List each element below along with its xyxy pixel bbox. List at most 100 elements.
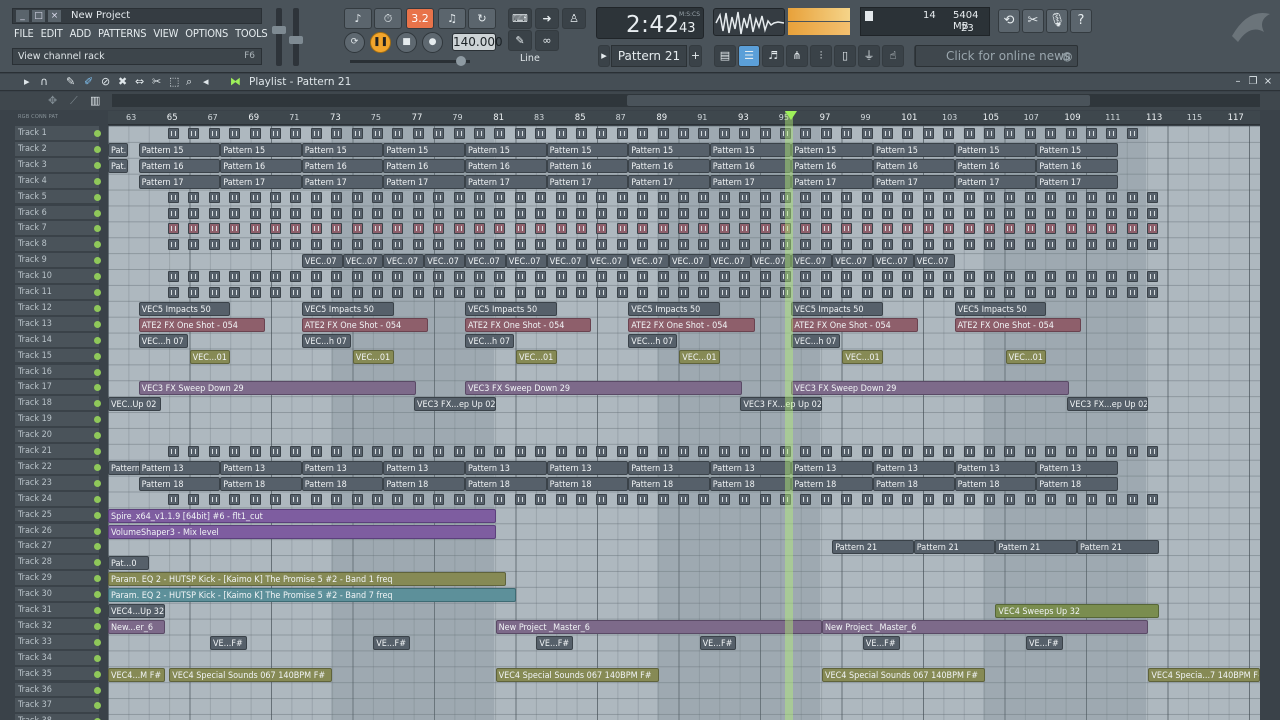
slice-icon[interactable]: ✂ bbox=[152, 75, 161, 88]
track-header[interactable]: Track 11 bbox=[15, 285, 99, 300]
cpu-monitor[interactable]: 14 5404 MB 23 bbox=[860, 7, 990, 36]
track-header[interactable]: Track 10 bbox=[15, 269, 99, 284]
playlist-view-button[interactable]: ▤ bbox=[714, 45, 736, 67]
track-enable-led[interactable] bbox=[94, 607, 101, 614]
pencil-icon[interactable]: ✎ bbox=[66, 75, 75, 88]
time-display[interactable]: 2:42 M:S:CS 43 bbox=[596, 7, 704, 39]
track-enable-led[interactable] bbox=[94, 241, 101, 249]
track-header[interactable]: Track 17 bbox=[15, 380, 99, 396]
song-position-knob[interactable] bbox=[456, 56, 466, 66]
track-enable-led[interactable] bbox=[94, 686, 101, 694]
paint-brush-icon[interactable]: ✐ bbox=[84, 75, 93, 88]
track-header[interactable]: Track 5 bbox=[15, 189, 99, 205]
track-enable-led[interactable] bbox=[94, 622, 101, 630]
menu-item[interactable]: FILE bbox=[14, 27, 34, 43]
track-header[interactable]: Track 1 bbox=[15, 126, 99, 141]
track-header[interactable]: Track 24 bbox=[15, 491, 99, 507]
select-icon[interactable]: ⬚ bbox=[169, 75, 179, 88]
track-header[interactable]: Track 30 bbox=[15, 587, 99, 602]
timeline-ruler[interactable]: 63 65 67 69 71 73 75 77 79 81 83 85 87 89 91 93 95 97 99 10… bbox=[108, 111, 1260, 125]
help-button[interactable]: ? bbox=[1070, 9, 1092, 33]
typing-keyboard-button[interactable]: ⌨ bbox=[508, 8, 532, 29]
track-enable-led[interactable] bbox=[94, 495, 101, 503]
track-header[interactable]: Track 20 bbox=[15, 428, 99, 443]
step-display[interactable]: 3.2 bbox=[406, 8, 434, 29]
close-icon[interactable]: × bbox=[48, 10, 61, 22]
track-header[interactable]: Track 22 bbox=[15, 459, 99, 475]
track-header[interactable]: Track 6 bbox=[15, 205, 99, 221]
plugin-picker-button[interactable]: ⏚ bbox=[858, 45, 880, 67]
track-enable-led[interactable] bbox=[94, 591, 101, 599]
mixer-button[interactable]: ⫶ bbox=[810, 45, 832, 67]
speaker-icon[interactable]: ◂ bbox=[203, 75, 209, 88]
pattern-prev-button[interactable]: ▸ bbox=[598, 45, 610, 67]
tracks-icon[interactable]: ▥ bbox=[90, 94, 100, 107]
volume-knob[interactable] bbox=[272, 26, 286, 34]
audio-settings-button[interactable]: 🎙 bbox=[1046, 9, 1068, 33]
zoom-icon[interactable]: ⌕ bbox=[186, 75, 192, 89]
track-header[interactable]: Track 9 bbox=[15, 253, 99, 269]
track-enable-led[interactable] bbox=[94, 130, 101, 137]
recording-filter-button[interactable]: ♙ bbox=[562, 8, 586, 29]
scrollbar-thumb[interactable] bbox=[627, 95, 1090, 106]
track-header[interactable]: Track 21 bbox=[15, 444, 99, 459]
menu-item[interactable]: EDIT bbox=[41, 27, 63, 43]
track-header[interactable]: Track 29 bbox=[15, 571, 99, 587]
loop-record-button[interactable]: ↻ bbox=[468, 8, 496, 29]
tempo-display[interactable]: 140.000 bbox=[452, 33, 503, 51]
snap-selector[interactable]: Line bbox=[520, 53, 540, 64]
maximize-icon[interactable]: □ bbox=[32, 10, 45, 22]
blend-button[interactable]: ♫ bbox=[438, 8, 466, 29]
track-header[interactable]: Track 14 bbox=[15, 332, 99, 348]
track-enable-led[interactable] bbox=[94, 225, 101, 233]
cut-button[interactable]: ✂ bbox=[1022, 9, 1044, 33]
track-enable-led[interactable] bbox=[94, 320, 101, 328]
slip-icon[interactable]: ⇔ bbox=[135, 75, 144, 88]
track-header[interactable]: Track 27 bbox=[15, 539, 99, 555]
move-icon[interactable]: ✥ bbox=[48, 94, 57, 107]
menu-item[interactable]: ADD bbox=[70, 27, 92, 43]
track-enable-led[interactable] bbox=[94, 209, 101, 217]
track-header[interactable]: Track 25 bbox=[15, 507, 99, 523]
track-header[interactable]: Track 31 bbox=[15, 603, 99, 618]
touch-controller-button[interactable]: ☝ bbox=[882, 45, 904, 67]
track-enable-led[interactable] bbox=[94, 177, 101, 185]
pitch-knob[interactable] bbox=[289, 36, 303, 44]
track-enable-led[interactable] bbox=[94, 161, 101, 169]
track-enable-led[interactable] bbox=[94, 479, 101, 487]
track-header[interactable]: Track 34 bbox=[15, 650, 99, 666]
track-enable-led[interactable] bbox=[94, 559, 101, 567]
track-header[interactable]: Track 3 bbox=[15, 157, 99, 173]
add-pattern-button[interactable]: + bbox=[689, 45, 702, 67]
song-position-slider[interactable] bbox=[350, 60, 470, 63]
step-edit-button[interactable]: ➜ bbox=[535, 8, 559, 29]
track-header[interactable]: Track 32 bbox=[15, 618, 99, 634]
piano-roll-button[interactable]: ♬ bbox=[762, 45, 784, 67]
stop-button[interactable]: ■ bbox=[396, 32, 417, 53]
track-enable-led[interactable] bbox=[94, 416, 101, 424]
track-enable-led[interactable] bbox=[94, 543, 101, 551]
track-enable-led[interactable] bbox=[94, 304, 101, 312]
playlist-minimize-icon[interactable]: – bbox=[1232, 76, 1244, 88]
online-news-button[interactable]: Click for online news ◍ bbox=[915, 45, 1078, 67]
snap-magnet-button[interactable]: ∞ bbox=[535, 30, 559, 51]
menu-item[interactable]: TOOLS bbox=[235, 27, 268, 43]
track-enable-led[interactable] bbox=[94, 384, 101, 392]
track-enable-led[interactable] bbox=[94, 654, 101, 662]
track-header[interactable]: Track 19 bbox=[15, 412, 99, 428]
brush-icon[interactable]: ⟋ bbox=[70, 94, 78, 108]
track-enable-led[interactable] bbox=[94, 463, 101, 471]
track-enable-led[interactable] bbox=[94, 448, 101, 455]
track-header[interactable]: Track 16 bbox=[15, 364, 99, 380]
pattern-selector[interactable]: Pattern 21 bbox=[611, 45, 687, 67]
track-enable-led[interactable] bbox=[94, 670, 101, 678]
track-header[interactable]: Track 35 bbox=[15, 666, 99, 682]
track-enable-led[interactable] bbox=[94, 527, 101, 535]
track-header[interactable]: Track 36 bbox=[15, 682, 99, 698]
track-header[interactable]: Track 4 bbox=[15, 173, 99, 189]
playlist-maximize-icon[interactable]: ❐ bbox=[1247, 76, 1259, 88]
track-enable-led[interactable] bbox=[94, 145, 101, 153]
track-header[interactable]: Track 37 bbox=[15, 698, 99, 714]
track-header[interactable]: Track 18 bbox=[15, 396, 99, 412]
track-header[interactable]: Track 38 bbox=[15, 714, 99, 720]
